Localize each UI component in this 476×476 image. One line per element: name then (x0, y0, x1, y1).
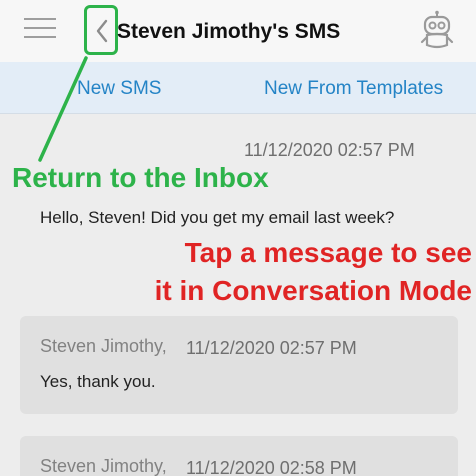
menu-icon[interactable] (24, 18, 56, 40)
chevron-left-icon (96, 19, 108, 43)
annotation-tap-line-2: it in Conversation Mode (154, 275, 472, 306)
message-bubble[interactable]: Steven Jimothy, 11/12/2020 02:58 PM (20, 436, 458, 476)
action-bar: New SMS New From Templates (0, 62, 476, 114)
message-timestamp: 11/12/2020 02:57 PM (244, 140, 415, 160)
message-sender: Steven Jimothy, (40, 336, 167, 356)
new-sms-button[interactable]: New SMS (77, 78, 161, 100)
robot-icon[interactable] (419, 10, 455, 50)
message-bubble[interactable]: Steven Jimothy, 11/12/2020 02:57 PM Yes,… (20, 316, 458, 414)
page-title: Steven Jimothy's SMS (117, 20, 341, 43)
message-body: Hello, Steven! Did you get my email last… (40, 208, 395, 227)
message-timestamp: 11/12/2020 02:57 PM (186, 338, 357, 358)
annotation-tap-line-1: Tap a message to see (184, 237, 472, 268)
new-from-templates-button[interactable]: New From Templates (264, 78, 443, 100)
message-body: Yes, thank you. (40, 372, 156, 391)
message-sender: Steven Jimothy, (40, 456, 167, 476)
message-timestamp: 11/12/2020 02:58 PM (186, 458, 357, 476)
annotation-tap-message: Tap a message to see it in Conversation … (104, 234, 472, 310)
back-button[interactable] (84, 5, 118, 55)
top-app-bar: Steven Jimothy's SMS (0, 0, 476, 62)
sms-thread-screen: Steven Jimothy's SMS New SMS New From Te… (0, 0, 476, 476)
annotation-return-to-inbox: Return to the Inbox (12, 162, 269, 193)
